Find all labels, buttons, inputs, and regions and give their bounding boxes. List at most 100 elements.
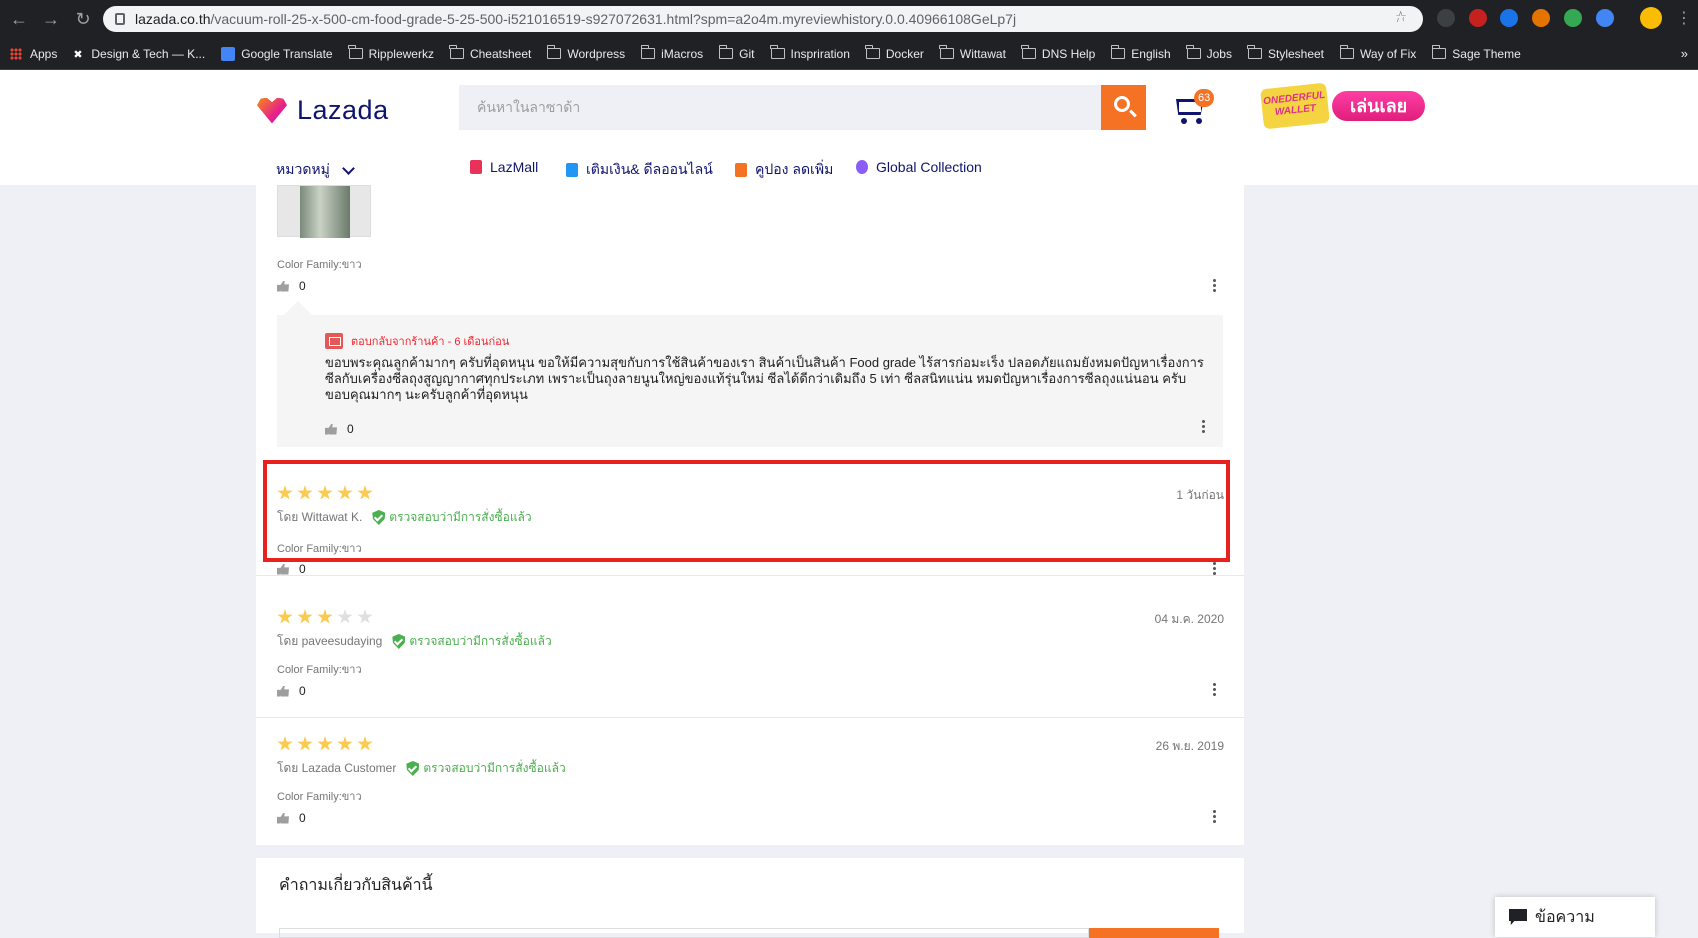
more-options-icon[interactable]: [1213, 279, 1216, 292]
bookmark-item[interactable]: Jobs: [1186, 45, 1232, 61]
search-button[interactable]: [1101, 85, 1146, 130]
star-filled-icon: [357, 736, 373, 751]
star-empty-icon: [337, 609, 353, 624]
logo-text: Lazada: [297, 95, 389, 125]
search-placeholder: ค้นหาในลาซาด้า: [477, 98, 581, 115]
bookmark-item[interactable]: iMacros: [640, 45, 703, 61]
bookmark-label: Stylesheet: [1267, 46, 1325, 61]
coupon-icon: [735, 163, 747, 177]
lazada-heart-icon: [255, 96, 289, 126]
profile-avatar[interactable]: [1640, 7, 1662, 29]
star-filled-icon: [277, 736, 293, 751]
like-count: 0: [299, 811, 306, 825]
chat-button[interactable]: ข้อความ: [1495, 897, 1655, 937]
like-button[interactable]: 0: [277, 279, 306, 293]
question-input[interactable]: [279, 928, 1089, 938]
bookmark-item[interactable]: Git: [718, 45, 755, 61]
extension-icon[interactable]: [1437, 9, 1455, 27]
extension-icon[interactable]: [1564, 9, 1582, 27]
more-options-icon[interactable]: [1213, 810, 1216, 823]
thumbs-up-icon: [277, 685, 289, 697]
lazada-logo[interactable]: Lazada: [255, 95, 389, 126]
extension-icon[interactable]: [1469, 9, 1487, 27]
categories-label: หมวดหมู่: [276, 161, 330, 177]
chevron-down-icon: [342, 161, 355, 175]
folder-icon: [348, 45, 363, 59]
star-filled-icon: [317, 609, 333, 624]
like-button[interactable]: 0: [277, 811, 306, 825]
promo-banner[interactable]: ONEDERFUL WALLET เล่นเลย: [1260, 82, 1426, 130]
bookmark-label: Way of Fix: [1360, 46, 1417, 61]
bookmark-item[interactable]: Way of Fix: [1339, 45, 1417, 61]
bookmark-item[interactable]: Sage Theme: [1431, 45, 1521, 61]
menu-dots-icon[interactable]: ⋮: [1676, 8, 1692, 28]
reload-icon[interactable]: ↻: [70, 9, 96, 30]
bookmark-item[interactable]: Inspriration: [770, 45, 850, 61]
bookmark-apps[interactable]: Apps: [10, 47, 57, 61]
promo-play-button[interactable]: เล่นเลย: [1332, 91, 1426, 121]
cart-button[interactable]: 63: [1172, 89, 1215, 125]
nav-topup[interactable]: เติมเงิน& ดีลออนไลน์: [566, 159, 713, 181]
back-icon[interactable]: ←: [6, 9, 32, 30]
more-options-icon[interactable]: [1202, 420, 1205, 433]
search-input[interactable]: ค้นหาในลาซาด้า: [459, 85, 1101, 130]
review-date: 04 ม.ค. 2020: [1154, 612, 1224, 626]
address-bar[interactable]: lazada.co.th/vacuum-roll-25-x-500-cm-foo…: [103, 6, 1423, 32]
more-options-icon[interactable]: [1213, 562, 1216, 575]
review-photo[interactable]: [277, 185, 371, 238]
extension-icon[interactable]: [1596, 9, 1614, 27]
bookmark-label: DNS Help: [1041, 46, 1096, 61]
verified-label: ตรวจสอบว่ามีการสั่งซื้อแล้ว: [409, 634, 552, 648]
seller-reply-text: ขอบพระคุณลูกค้ามากๆ ครับที่อุดหนุน ขอให้…: [325, 355, 1204, 402]
nav-coupon[interactable]: คูปอง ลดเพิ่ม: [735, 159, 833, 181]
bookmark-item[interactable]: English: [1110, 45, 1171, 61]
like-count: 0: [299, 562, 306, 576]
like-count: 0: [347, 422, 354, 436]
star-filled-icon: [317, 736, 333, 751]
like-button[interactable]: 0: [325, 422, 354, 436]
color-family: Color Family:ขาว: [277, 259, 362, 271]
bookmark-star-icon[interactable]: ☆: [1393, 8, 1408, 23]
nav-global-collection[interactable]: Global Collection: [856, 159, 982, 175]
bookmark-label: Wordpress: [567, 46, 626, 61]
like-button[interactable]: 0: [277, 562, 306, 576]
forward-icon[interactable]: →: [38, 9, 64, 30]
cart-wheel: [1196, 118, 1202, 124]
nav-label: คูปอง ลดเพิ่ม: [755, 161, 834, 177]
lock-icon: [115, 13, 125, 25]
bookmark-item[interactable]: Wordpress: [546, 45, 626, 61]
apps-grid-icon: [10, 47, 22, 60]
highlight-annotation: [263, 460, 1230, 562]
nav-lazmall[interactable]: LazMall: [470, 159, 538, 175]
bookmark-item[interactable]: Docker: [865, 45, 924, 61]
folder-icon: [1110, 45, 1126, 59]
verified-purchase: ตรวจสอบว่ามีการสั่งซื้อแล้ว: [392, 632, 552, 651]
more-options-icon[interactable]: [1213, 683, 1216, 696]
cart-count-badge: 63: [1194, 89, 1215, 107]
review-author-row: โดย paveesudaying ตรวจสอบว่ามีการสั่งซื้…: [277, 632, 552, 651]
bookmark-item[interactable]: Stylesheet: [1247, 45, 1325, 61]
bookmark-item[interactable]: Ripplewerkz: [348, 45, 434, 61]
bookmark-item[interactable]: Wittawat: [939, 45, 1006, 61]
bookmark-item[interactable]: Cheatsheet: [449, 45, 532, 61]
extension-icon[interactable]: [1532, 9, 1550, 27]
bookmarks-overflow[interactable]: »: [1681, 46, 1688, 61]
folder-icon: [640, 45, 656, 59]
categories-menu[interactable]: หมวดหมู่: [276, 159, 355, 181]
verified-purchase: ตรวจสอบว่ามีการสั่งซื้อแล้ว: [406, 759, 566, 778]
extension-icon[interactable]: [1500, 9, 1518, 27]
promo-logo: ONEDERFUL WALLET: [1260, 82, 1330, 130]
bookmark-item[interactable]: DNS Help: [1021, 45, 1096, 61]
ask-question-button[interactable]: [1089, 928, 1219, 938]
browser-toolbar: ← → ↻ lazada.co.th/vacuum-roll-25-x-500-…: [0, 0, 1698, 38]
cart-wheel: [1181, 118, 1187, 124]
color-family: Color Family:ขาว: [277, 664, 362, 676]
bookmark-item[interactable]: ✖ Design & Tech — K...: [73, 47, 205, 61]
bookmark-label: Google Translate: [241, 46, 333, 61]
review-author: โดย Lazada Customer: [277, 761, 397, 775]
like-button[interactable]: 0: [277, 684, 306, 698]
bookmark-label: Cheatsheet: [469, 46, 532, 61]
nav-label: LazMall: [490, 159, 539, 175]
bookmark-item[interactable]: Google Translate: [221, 46, 333, 61]
bookmark-label: English: [1131, 46, 1171, 61]
